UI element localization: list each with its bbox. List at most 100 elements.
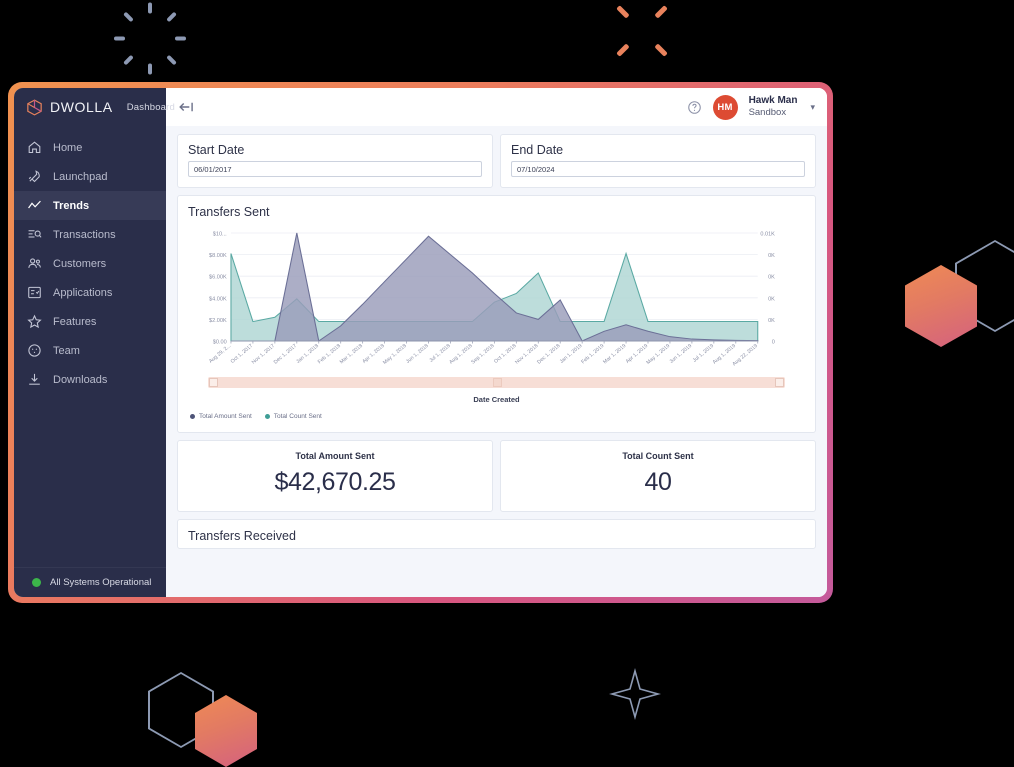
chart-range-slider[interactable] xyxy=(208,377,785,388)
sidebar-item-features[interactable]: Features xyxy=(14,307,166,336)
topbar-right: HM Hawk Man Sandbox ▾ xyxy=(687,94,815,120)
sidebar-item-label: Downloads xyxy=(53,373,108,386)
sidebar-item-launchpad[interactable]: Launchpad xyxy=(14,162,166,191)
legend-label: Total Count Sent xyxy=(273,413,322,420)
brand-name: DWOLLA xyxy=(50,99,113,115)
end-date-label: End Date xyxy=(511,143,564,157)
stat-value: $42,670.25 xyxy=(274,468,396,496)
team-circle-icon xyxy=(28,344,41,357)
form-check-icon xyxy=(28,286,41,299)
home-icon xyxy=(28,141,41,154)
start-date-input[interactable]: 06/01/2017 xyxy=(188,161,482,177)
legend-swatch xyxy=(190,414,195,419)
svg-text:$8.00K: $8.00K xyxy=(209,253,227,259)
screenshot-stage: DWOLLA Dashboard Home Launchpad Trends T… xyxy=(0,0,1014,767)
sidebar-item-trends[interactable]: Trends xyxy=(14,191,166,220)
system-status: All Systems Operational xyxy=(14,567,166,597)
trend-line-icon xyxy=(28,200,41,209)
sidebar: DWOLLA Dashboard Home Launchpad Trends T… xyxy=(14,88,175,597)
stat-card-total-amount: Total Amount Sent $42,670.25 xyxy=(177,440,493,512)
dwolla-cube-logo xyxy=(27,98,42,116)
sidebar-item-label: Team xyxy=(53,344,80,357)
stat-label: Total Amount Sent xyxy=(295,451,375,461)
range-handle-left[interactable] xyxy=(209,378,218,387)
back-arrow-icon[interactable] xyxy=(178,100,195,114)
stat-label: Total Count Sent xyxy=(622,451,694,461)
range-handle-right[interactable] xyxy=(775,378,784,387)
sparkle-x-icon xyxy=(616,0,668,57)
end-date-card: End Date 07/10/2024 xyxy=(500,134,816,188)
legend-item-count[interactable]: Total Count Sent xyxy=(264,413,322,420)
brand-subtitle: Dashboard xyxy=(126,101,176,113)
app-window-frame: DWOLLA Dashboard Home Launchpad Trends T… xyxy=(8,82,833,603)
main-area: HM Hawk Man Sandbox ▾ Start Date 06/01/2 xyxy=(166,88,827,597)
start-date-label: Start Date xyxy=(188,143,245,157)
loading-burst-icon xyxy=(114,0,186,75)
account-name: Hawk Man xyxy=(748,94,798,106)
sidebar-nav: Home Launchpad Trends Transactions Custo… xyxy=(14,133,166,567)
transfers-sent-card: Transfers Sent $0.00 0 $2.00K 0K $4.00K 0K $6.… xyxy=(177,195,816,433)
sidebar-item-label: Home xyxy=(53,141,83,154)
svg-text:$10...: $10... xyxy=(213,232,227,238)
people-icon xyxy=(28,258,41,268)
status-dot-icon xyxy=(32,578,41,587)
chevron-down-icon[interactable]: ▾ xyxy=(810,102,815,113)
svg-text:$6.00K: $6.00K xyxy=(209,275,227,281)
sidebar-item-home[interactable]: Home xyxy=(14,133,166,162)
svg-text:Jun 1, 2019: Jun 1, 2019 xyxy=(668,343,693,365)
svg-text:0K: 0K xyxy=(768,253,775,259)
sidebar-item-label: Transactions xyxy=(53,228,116,241)
svg-text:0.01K: 0.01K xyxy=(760,232,775,238)
svg-text:Mar 1, 2019: Mar 1, 2019 xyxy=(602,343,627,365)
page-content: Start Date 06/01/2017 End Date 07/10/202… xyxy=(166,126,827,597)
svg-text:0: 0 xyxy=(772,340,775,346)
sidebar-item-transactions[interactable]: Transactions xyxy=(14,220,166,249)
stat-value: 40 xyxy=(644,468,672,496)
avatar[interactable]: HM xyxy=(712,94,738,120)
svg-text:0K: 0K xyxy=(768,318,775,324)
download-icon xyxy=(29,373,40,385)
help-circle-icon[interactable] xyxy=(687,100,702,115)
svg-text:Mar 1, 2018: Mar 1, 2018 xyxy=(339,343,364,365)
account-environment: Sandbox xyxy=(748,107,787,119)
list-search-icon xyxy=(28,230,42,238)
legend-item-amount[interactable]: Total Amount Sent xyxy=(190,413,252,420)
end-date-input[interactable]: 07/10/2024 xyxy=(511,161,805,177)
transfers-received-title: Transfers Received xyxy=(188,529,296,543)
transfers-received-card: Transfers Received xyxy=(177,519,816,549)
range-handle-center[interactable] xyxy=(492,378,502,387)
x-axis-title: Date Created xyxy=(473,395,520,404)
summary-stats: Total Amount Sent $42,670.25 Total Count… xyxy=(177,440,816,519)
svg-text:$2.00K: $2.00K xyxy=(209,318,227,324)
svg-text:Jun 1, 2018: Jun 1, 2018 xyxy=(405,343,430,365)
sidebar-item-downloads[interactable]: Downloads xyxy=(14,365,166,394)
svg-text:0K: 0K xyxy=(768,296,775,302)
legend-swatch xyxy=(264,414,270,419)
four-point-star-icon xyxy=(609,668,661,720)
svg-text:Dec 1, 2017: Dec 1, 2017 xyxy=(273,343,299,365)
star-icon xyxy=(27,314,42,329)
sidebar-item-applications[interactable]: Applications xyxy=(14,278,166,307)
sidebar-item-label: Applications xyxy=(53,286,113,299)
transfers-sent-chart[interactable]: $0.00 0 $2.00K 0K $4.00K 0K $6.00K 0K $8.00K 0K $1… xyxy=(186,225,807,375)
svg-text:$4.00K: $4.00K xyxy=(209,296,227,302)
chart-container: $0.00 0 $2.00K 0K $4.00K 0K $6.00K 0K $8.00K 0K $1… xyxy=(178,223,815,432)
svg-text:May 1, 2019: May 1, 2019 xyxy=(645,343,671,366)
stat-card-total-count: Total Count Sent 40 xyxy=(500,440,816,512)
chart-legend: Total Amount Sent Total Count Sent xyxy=(186,404,807,428)
topbar: HM Hawk Man Sandbox ▾ xyxy=(166,88,827,126)
status-label: All Systems Operational xyxy=(50,577,152,588)
svg-text:0K: 0K xyxy=(768,275,775,281)
sidebar-item-label: Features xyxy=(53,315,97,328)
sidebar-item-team[interactable]: Team xyxy=(14,336,166,365)
brand: DWOLLA Dashboard xyxy=(14,88,175,126)
svg-text:Sep 1, 2018: Sep 1, 2018 xyxy=(470,343,496,365)
sidebar-item-label: Trends xyxy=(53,199,90,212)
sidebar-item-customers[interactable]: Customers xyxy=(14,249,166,278)
svg-text:$0.00: $0.00 xyxy=(213,340,227,346)
account-info[interactable]: Hawk Man Sandbox xyxy=(749,95,798,119)
svg-text:May 1, 2018: May 1, 2018 xyxy=(382,343,408,366)
start-date-card: Start Date 06/01/2017 xyxy=(177,134,493,188)
svg-text:Aug 29, 2...: Aug 29, 2... xyxy=(208,343,232,364)
sidebar-item-label: Launchpad xyxy=(53,170,108,183)
